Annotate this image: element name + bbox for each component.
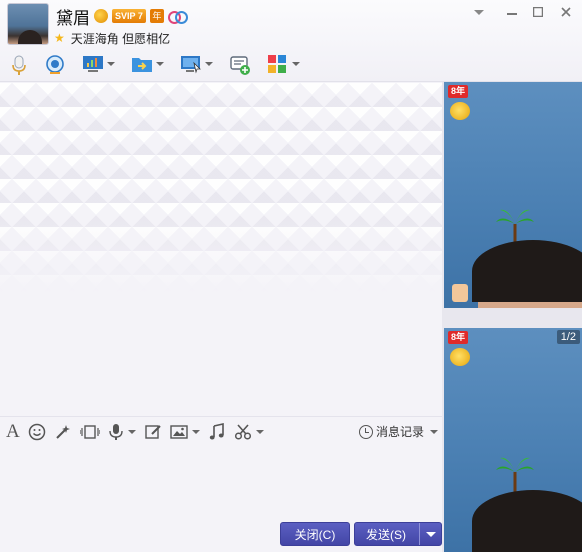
avatar[interactable] — [7, 3, 49, 45]
minimize-icon[interactable] — [504, 6, 520, 22]
presentation-icon — [82, 54, 104, 74]
star-icon: ★ — [54, 31, 65, 45]
smiley-icon — [28, 423, 45, 440]
send-button[interactable]: 发送(S) — [354, 522, 442, 546]
history-label: 消息记录 — [375, 425, 424, 439]
lion-icon — [450, 102, 470, 120]
svip-badge[interactable]: SVIP 7 — [112, 9, 146, 23]
apps-grid-icon — [267, 54, 289, 74]
page-indicator: 1/2 — [556, 330, 580, 344]
video-panel-1[interactable]: 8年 — [444, 82, 582, 308]
chevron-down-icon[interactable] — [255, 429, 264, 434]
message-input[interactable] — [0, 446, 442, 520]
chevron-down-icon[interactable] — [156, 62, 164, 66]
chevron-down-icon[interactable] — [191, 429, 200, 434]
scissors-icon — [234, 423, 251, 440]
close-icon[interactable] — [558, 6, 574, 22]
remote-desktop-icon — [180, 54, 202, 74]
magic-button[interactable] — [54, 421, 72, 443]
chevron-down-icon[interactable] — [127, 429, 136, 434]
microphone-icon — [109, 423, 123, 440]
maximize-icon[interactable] — [530, 6, 546, 22]
screenshot-button[interactable] — [234, 421, 264, 443]
chevron-down-icon[interactable] — [107, 62, 115, 66]
font-icon: A — [6, 420, 20, 442]
input-toolbar: A 消息记录 — [0, 416, 442, 446]
chevron-down-icon[interactable] — [292, 62, 300, 66]
shake-window-icon — [79, 424, 100, 439]
folder-arrow-icon — [131, 54, 153, 74]
voice-call-button[interactable] — [8, 50, 30, 78]
send-file-button[interactable] — [131, 50, 164, 78]
doodle-button[interactable] — [144, 421, 162, 443]
send-options-dropdown[interactable] — [419, 523, 441, 545]
send-button-label: 发送(S) — [366, 527, 406, 542]
qq-link-icon[interactable] — [167, 10, 188, 24]
music-note-icon — [209, 422, 224, 439]
video-call-button[interactable] — [44, 50, 66, 78]
emoji-button[interactable] — [28, 421, 46, 443]
chat-header: 黛眉 SVIP 7 年 ★ 天涯海角 但愿相亿 — [0, 0, 582, 82]
new-discussion-button[interactable] — [229, 50, 251, 78]
edit-icon — [145, 424, 161, 439]
nickname-row: 黛眉 SVIP 7 年 — [56, 4, 188, 29]
webcam-icon — [44, 54, 66, 74]
font-button[interactable]: A — [6, 421, 20, 443]
chat-add-icon — [229, 54, 251, 75]
chevron-down-icon[interactable] — [471, 6, 487, 22]
magic-wand-icon — [56, 424, 70, 439]
image-icon — [170, 424, 188, 439]
screen-share-button[interactable] — [82, 50, 115, 78]
microphone-icon — [8, 54, 30, 75]
year-badge[interactable]: 年 — [149, 9, 164, 23]
chevron-down-icon[interactable] — [205, 62, 213, 66]
close-button[interactable]: 关闭(C) — [280, 522, 350, 546]
image-button[interactable] — [170, 421, 200, 443]
contact-signature: 天涯海角 但愿相亿 — [70, 31, 171, 46]
signature-row: ★ 天涯海角 但愿相亿 — [54, 30, 170, 46]
video-panel-2[interactable]: 8年 1/2 — [444, 328, 582, 552]
close-button-label: 关闭(C) — [294, 527, 336, 542]
year-badge: 8年 — [448, 331, 469, 344]
apps-button[interactable] — [267, 50, 300, 78]
shake-button[interactable] — [79, 421, 100, 443]
video-sidebar: 8年 8年 1/2 — [442, 82, 582, 552]
lion-icon — [450, 348, 470, 366]
year-badge: 8年 — [448, 85, 469, 98]
message-area[interactable] — [0, 83, 442, 416]
main-toolbar — [0, 50, 300, 78]
clock-icon — [358, 424, 373, 439]
music-button[interactable] — [208, 421, 226, 443]
thumbs-up-icon — [452, 284, 468, 302]
voice-message-button[interactable] — [108, 421, 136, 443]
message-history-button[interactable]: 消息记录 — [358, 423, 438, 440]
crown-icon[interactable] — [94, 9, 108, 23]
chevron-down-icon[interactable] — [430, 429, 438, 434]
remote-assist-button[interactable] — [180, 50, 213, 78]
contact-nickname[interactable]: 黛眉 — [56, 4, 90, 29]
